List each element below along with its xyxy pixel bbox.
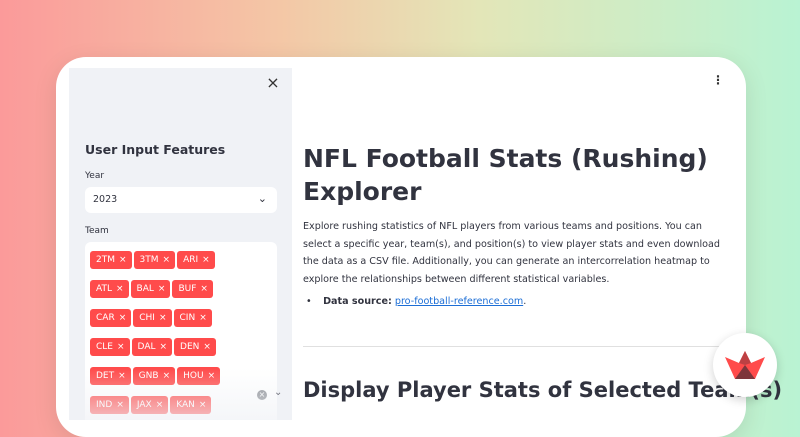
team-tag[interactable]: HOU ×: [177, 367, 221, 385]
data-source-label: Data source:: [323, 296, 392, 307]
remove-tag-icon[interactable]: ×: [119, 255, 127, 265]
divider: [303, 346, 723, 347]
team-tag[interactable]: CAR ×: [90, 309, 132, 327]
remove-tag-icon[interactable]: ×: [158, 284, 166, 294]
team-tag-label: DEN: [180, 342, 200, 352]
team-tag-label: CAR: [96, 313, 115, 323]
close-icon[interactable]: ×: [264, 74, 282, 92]
team-tag-label: ATL: [96, 284, 112, 294]
remove-tag-icon[interactable]: ×: [116, 284, 124, 294]
year-select-value: 2023: [93, 194, 118, 205]
team-tag-label: CHI: [139, 313, 155, 323]
team-tag-label: ARI: [183, 255, 199, 265]
more-options-icon[interactable]: ⋮: [712, 74, 724, 86]
team-tag[interactable]: DAL ×: [131, 338, 173, 356]
remove-tag-icon[interactable]: ×: [200, 284, 208, 294]
clear-selection-icon[interactable]: ×: [257, 390, 267, 400]
remove-tag-icon[interactable]: ×: [116, 400, 124, 410]
team-tag[interactable]: JAX ×: [130, 396, 169, 414]
remove-tag-icon[interactable]: ×: [163, 255, 171, 265]
page-description: Explore rushing statistics of NFL player…: [303, 221, 720, 285]
team-tag[interactable]: BAL ×: [130, 280, 171, 298]
remove-tag-icon[interactable]: ×: [159, 313, 167, 323]
team-tag-label: DET: [96, 371, 115, 381]
team-tag[interactable]: KAN ×: [170, 396, 212, 414]
page-title: NFL Football Stats (Rushing) Explorer: [303, 144, 708, 206]
team-tag-list: 2TM × 3TM × ARI ×ATL × BAL × BUF ×CAR × CHI × CIN ×CLE ×…: [90, 247, 240, 420]
chevron-down-icon: ⌄: [257, 192, 267, 205]
remove-tag-icon[interactable]: ×: [118, 371, 126, 381]
team-tag[interactable]: CIN ×: [173, 309, 212, 327]
team-tag-label: CIN: [179, 313, 196, 323]
team-tag[interactable]: IND ×: [90, 396, 129, 414]
team-tag[interactable]: DET ×: [90, 367, 131, 385]
team-tag[interactable]: CHI ×: [133, 309, 172, 327]
sidebar-title: User Input Features: [85, 142, 226, 157]
team-tag-label: DAL: [137, 342, 156, 352]
data-source-link[interactable]: pro-football-reference.com: [395, 296, 523, 307]
team-tag-label: CLE: [96, 342, 113, 352]
remove-tag-icon[interactable]: ×: [160, 342, 168, 352]
streamlit-logo-badge[interactable]: [713, 333, 777, 397]
remove-tag-icon[interactable]: ×: [163, 371, 171, 381]
team-tag[interactable]: DEN ×: [174, 338, 216, 356]
streamlit-crown-icon: [725, 351, 765, 379]
team-tag-label: GNB: [138, 371, 159, 381]
remove-tag-icon[interactable]: ×: [199, 400, 207, 410]
team-tag-label: IND: [96, 400, 113, 410]
team-tag-label: 2TM: [96, 255, 115, 265]
remove-tag-icon[interactable]: ×: [208, 371, 216, 381]
remove-tag-icon[interactable]: ×: [203, 342, 211, 352]
team-tag[interactable]: ATL ×: [90, 280, 129, 298]
team-multiselect[interactable]: 2TM × 3TM × ARI ×ATL × BAL × BUF ×CAR × CHI × CIN ×CLE ×…: [85, 242, 282, 420]
sidebar: × User Input Features Year 2023 ⌄ Team 2…: [69, 68, 292, 420]
team-tag-label: 3TM: [139, 255, 159, 265]
year-label: Year: [85, 171, 105, 181]
team-tag[interactable]: 3TM ×: [133, 251, 176, 269]
remove-tag-icon[interactable]: ×: [199, 313, 207, 323]
remove-tag-icon[interactable]: ×: [119, 313, 127, 323]
remove-tag-icon[interactable]: ×: [117, 342, 125, 352]
team-tag[interactable]: ARI ×: [177, 251, 215, 269]
remove-tag-icon[interactable]: ×: [202, 255, 210, 265]
bullet-icon: •: [306, 296, 312, 307]
data-source-suffix: .: [523, 296, 527, 307]
chevron-down-icon[interactable]: ⌄: [274, 387, 282, 398]
team-tag[interactable]: GNB ×: [132, 367, 176, 385]
year-select[interactable]: 2023 ⌄: [85, 187, 277, 213]
team-tag-label: BAL: [136, 284, 154, 294]
data-source-item: • Data source: pro-football-reference.co…: [306, 296, 526, 307]
remove-tag-icon[interactable]: ×: [156, 400, 164, 410]
team-tag[interactable]: CLE ×: [90, 338, 130, 356]
team-tag-label: HOU: [183, 371, 204, 381]
team-tag-label: BUF: [178, 284, 197, 294]
team-tag-label: JAX: [136, 400, 152, 410]
team-tag[interactable]: 2TM ×: [90, 251, 132, 269]
section-title: Display Player Stats of Selected Team(s): [303, 378, 783, 402]
team-tag-label: KAN: [176, 400, 195, 410]
team-tag[interactable]: BUF ×: [172, 280, 213, 298]
team-label: Team: [85, 226, 109, 236]
